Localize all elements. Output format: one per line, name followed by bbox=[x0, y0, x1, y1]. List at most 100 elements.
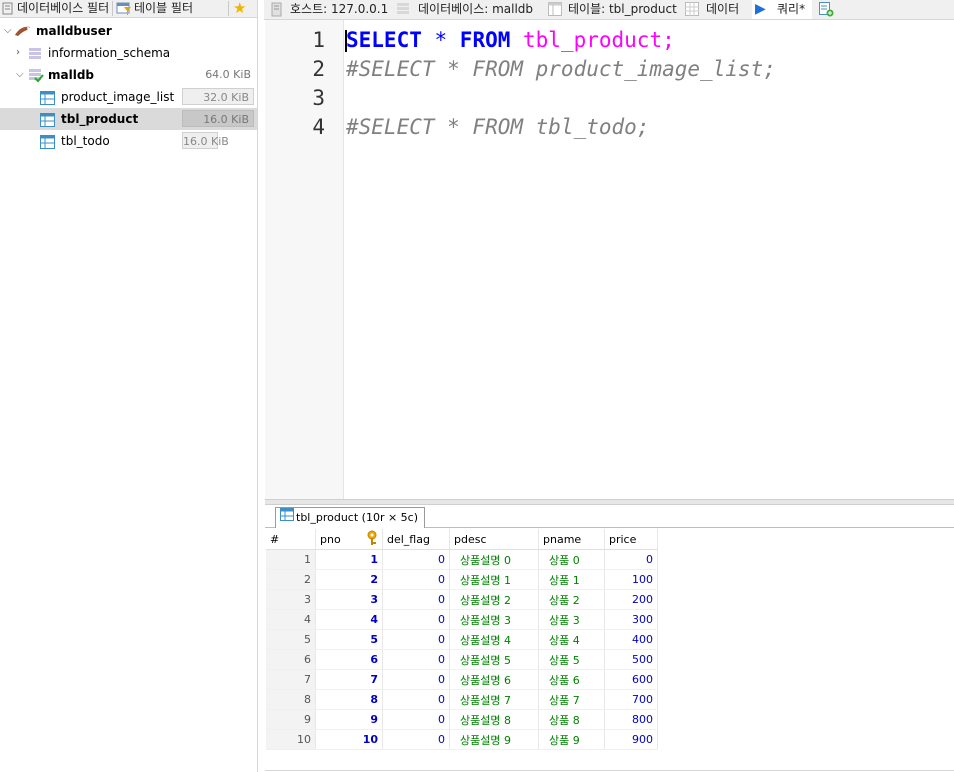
row-number[interactable]: 9 bbox=[266, 709, 316, 730]
tree-row-malldb[interactable]: ⌵ malldb 64.0 KiB bbox=[0, 64, 257, 86]
cell-del-flag[interactable]: 0 bbox=[382, 729, 450, 750]
column-header-del-flag[interactable]: del_flag bbox=[382, 529, 450, 550]
tab-database[interactable]: 데이터베이스: malldb bbox=[418, 0, 533, 19]
cell-pname[interactable]: 상품 0 bbox=[538, 549, 605, 570]
cell-pno[interactable]: 7 bbox=[315, 669, 383, 690]
database-filter-input[interactable]: 데이터베이스 필터 bbox=[17, 0, 112, 17]
row-number[interactable]: 10 bbox=[266, 729, 316, 750]
row-number[interactable]: 3 bbox=[266, 589, 316, 610]
cell-price[interactable]: 0 bbox=[604, 549, 658, 570]
cell-del-flag[interactable]: 0 bbox=[382, 609, 450, 630]
tree-row-information-schema[interactable]: › information_schema bbox=[0, 42, 257, 64]
cell-pdesc[interactable]: 상품설명 1 bbox=[449, 569, 539, 590]
cell-price[interactable]: 900 bbox=[604, 729, 658, 750]
tree-row-product-image-list[interactable]: product_image_list 32.0 KiB bbox=[0, 86, 257, 108]
column-header-pdesc[interactable]: pdesc bbox=[449, 529, 539, 550]
table-row[interactable]: 1 1 0 상품설명 0 상품 00 bbox=[266, 549, 658, 570]
row-number[interactable]: 6 bbox=[266, 649, 316, 670]
cell-price[interactable]: 200 bbox=[604, 589, 658, 610]
tab-data[interactable]: 데이터 bbox=[706, 0, 739, 19]
cell-pno[interactable]: 6 bbox=[315, 649, 383, 670]
cell-price[interactable]: 500 bbox=[604, 649, 658, 670]
code-line-1[interactable]: SELECT * FROM tbl_product; bbox=[346, 28, 675, 52]
new-query-tab-icon[interactable] bbox=[818, 1, 834, 20]
cell-pdesc[interactable]: 상품설명 0 bbox=[449, 549, 539, 570]
chevron-right-icon[interactable]: › bbox=[16, 42, 20, 64]
cell-pname[interactable]: 상품 1 bbox=[538, 569, 605, 590]
tab-host[interactable]: 호스트: 127.0.0.1 bbox=[290, 0, 388, 19]
cell-price[interactable]: 400 bbox=[604, 629, 658, 650]
tab-table[interactable]: 테이블: tbl_product bbox=[568, 0, 677, 19]
tree-row-tbl-product[interactable]: tbl_product 16.0 KiB bbox=[0, 108, 257, 130]
tab-query[interactable]: ▶ 쿼리* bbox=[752, 0, 812, 19]
cell-price[interactable]: 300 bbox=[604, 609, 658, 630]
cell-pname[interactable]: 상품 2 bbox=[538, 589, 605, 610]
chevron-down-icon[interactable]: ⌵ bbox=[4, 20, 12, 42]
code-line-4[interactable]: #SELECT * FROM tbl_todo; bbox=[346, 115, 649, 139]
table-row[interactable]: 5 5 0 상품설명 4 상품 4 400 bbox=[266, 629, 658, 650]
cell-pname[interactable]: 상품 7 bbox=[538, 689, 605, 710]
cell-price[interactable]: 700 bbox=[604, 689, 658, 710]
cell-pdesc[interactable]: 상품설명 4 bbox=[449, 629, 539, 650]
cell-pno[interactable]: 8 bbox=[315, 689, 383, 710]
cell-pdesc[interactable]: 상품설명 9 bbox=[449, 729, 539, 750]
cell-del-flag[interactable]: 0 bbox=[382, 709, 450, 730]
cell-price[interactable]: 800 bbox=[604, 709, 658, 730]
cell-pname[interactable]: 상품 9 bbox=[538, 729, 605, 750]
cell-pname[interactable]: 상품 4 bbox=[538, 629, 605, 650]
cell-price[interactable]: 100 bbox=[604, 569, 658, 590]
table-row[interactable]: 4 4 0 상품설명 3 상품 3 300 bbox=[266, 609, 658, 630]
cell-del-flag[interactable]: 0 bbox=[382, 549, 450, 570]
cell-pno[interactable]: 4 bbox=[315, 609, 383, 630]
cell-pno[interactable]: 5 bbox=[315, 629, 383, 650]
row-number[interactable]: 7 bbox=[266, 669, 316, 690]
cell-pdesc[interactable]: 상품설명 6 bbox=[449, 669, 539, 690]
table-row[interactable]: 6 6 0 상품설명 5 상품 5 500 bbox=[266, 649, 658, 670]
cell-pdesc[interactable]: 상품설명 8 bbox=[449, 709, 539, 730]
cell-pdesc[interactable]: 상품설명 5 bbox=[449, 649, 539, 670]
column-header-price[interactable]: price bbox=[604, 529, 658, 550]
code-line-2[interactable]: #SELECT * FROM product_image_list; bbox=[346, 57, 776, 81]
column-header-pname[interactable]: pname bbox=[538, 529, 605, 550]
table-row[interactable]: 7 7 0 상품설명 6 상품 6 600 bbox=[266, 669, 658, 690]
tree-row-user[interactable]: ⌵ malldbuser bbox=[0, 20, 257, 42]
cell-del-flag[interactable]: 0 bbox=[382, 649, 450, 670]
result-tab[interactable]: tbl_product (10r × 5c) bbox=[275, 507, 426, 528]
table-filter-input[interactable]: 테이블 필터 bbox=[134, 0, 226, 17]
cell-pname[interactable]: 상품 3 bbox=[538, 609, 605, 630]
table-row[interactable]: 9 9 0 상품설명 8 상품 8 800 bbox=[266, 709, 658, 730]
tree-row-tbl-todo[interactable]: tbl_todo 16.0 KiB bbox=[0, 130, 257, 152]
cell-del-flag[interactable]: 0 bbox=[382, 669, 450, 690]
column-header-pno[interactable]: pno bbox=[315, 529, 383, 550]
table-row[interactable]: 2 2 0 상품설명 1 상품 1 100 bbox=[266, 569, 658, 590]
panel-divider[interactable] bbox=[257, 0, 258, 772]
cell-pno[interactable]: 9 bbox=[315, 709, 383, 730]
cell-del-flag[interactable]: 0 bbox=[382, 569, 450, 590]
cell-pdesc[interactable]: 상품설명 3 bbox=[449, 609, 539, 630]
cell-pname[interactable]: 상품 5 bbox=[538, 649, 605, 670]
table-row[interactable]: 10 10 0 상품설명 9 상품 9 900 bbox=[266, 729, 658, 750]
cell-pno[interactable]: 10 bbox=[315, 729, 383, 750]
favorite-star-icon[interactable]: ★ bbox=[233, 0, 246, 16]
row-number[interactable]: 1 bbox=[266, 549, 316, 570]
row-number[interactable]: 4 bbox=[266, 609, 316, 630]
cell-del-flag[interactable]: 0 bbox=[382, 589, 450, 610]
chevron-down-icon[interactable]: ⌵ bbox=[16, 64, 24, 86]
column-header-rownum[interactable]: # bbox=[266, 529, 316, 550]
row-number[interactable]: 2 bbox=[266, 569, 316, 590]
row-number[interactable]: 8 bbox=[266, 689, 316, 710]
cell-del-flag[interactable]: 0 bbox=[382, 629, 450, 650]
row-number[interactable]: 5 bbox=[266, 629, 316, 650]
cell-pdesc[interactable]: 상품설명 7 bbox=[449, 689, 539, 710]
cell-pno[interactable]: 2 bbox=[315, 569, 383, 590]
table-row[interactable]: 3 3 0 상품설명 2 상품 2 200 bbox=[266, 589, 658, 610]
query-editor[interactable] bbox=[265, 20, 954, 499]
cell-pdesc[interactable]: 상품설명 2 bbox=[449, 589, 539, 610]
cell-pno[interactable]: 3 bbox=[315, 589, 383, 610]
cell-del-flag[interactable]: 0 bbox=[382, 689, 450, 710]
table-row[interactable]: 8 8 0 상품설명 7 상품 7 700 bbox=[266, 689, 658, 710]
result-grid[interactable]: # pno del_flag pdesc pname price 1 1 0 상품설명… bbox=[266, 529, 658, 750]
cell-pno[interactable]: 1 bbox=[315, 549, 383, 570]
cell-pname[interactable]: 상품 8 bbox=[538, 709, 605, 730]
cell-price[interactable]: 600 bbox=[604, 669, 658, 690]
